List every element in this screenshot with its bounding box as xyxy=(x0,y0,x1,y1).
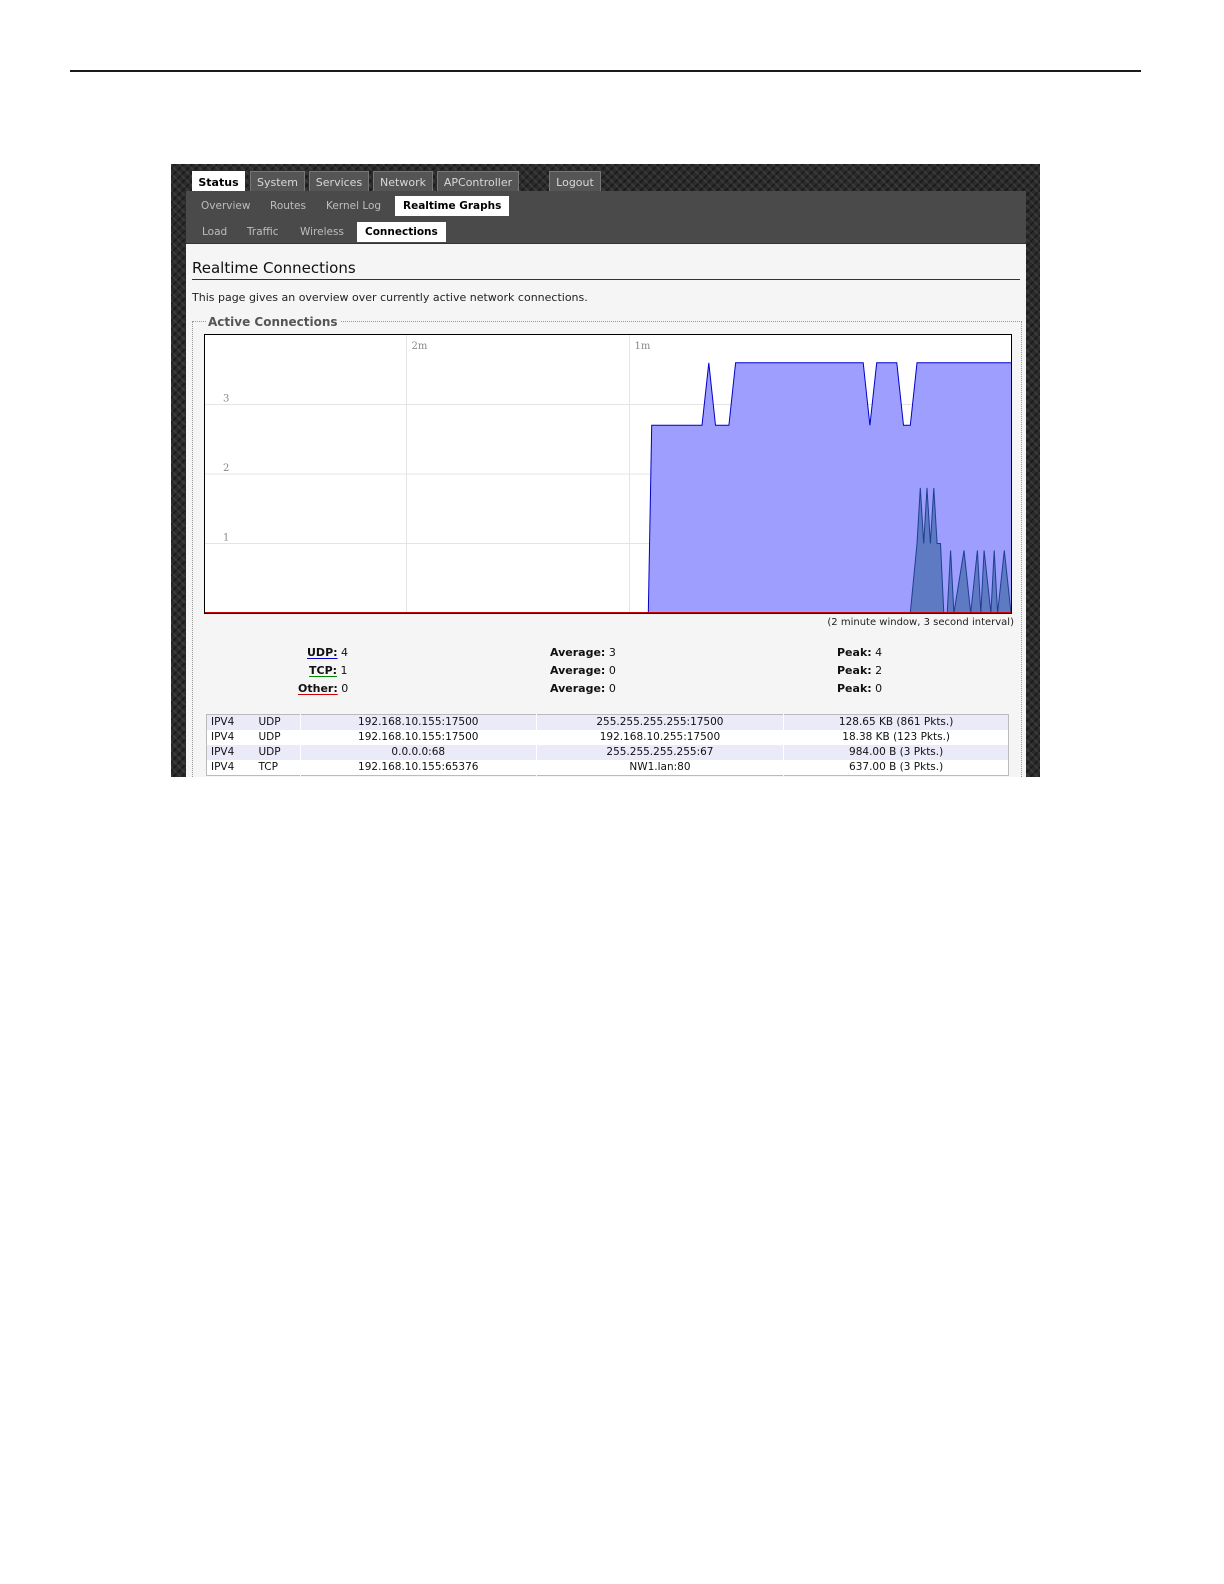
title-divider xyxy=(192,279,1020,280)
table-row: IPV4 UDP 0.0.0.0:68 255.255.255.255:67 9… xyxy=(206,745,1009,760)
other-average: Average: 0 xyxy=(550,682,616,695)
udp-peak-label: Peak: xyxy=(837,646,872,659)
other-average-label: Average: xyxy=(550,682,606,695)
subtab-wireless[interactable]: Wireless xyxy=(300,222,344,242)
graph-window-note: (2 minute window, 3 second interval) xyxy=(827,617,1014,628)
router-screenshot: Status System Services Network APControl… xyxy=(171,164,1040,777)
udp-average: Average: 3 xyxy=(550,646,616,659)
y-tick-label: 2 xyxy=(223,463,229,474)
table-row: IPV4 TCP 192.168.10.155:65376 NW1.lan:80… xyxy=(207,760,1009,776)
udp-label: UDP: xyxy=(307,646,338,659)
other-peak-label: Peak: xyxy=(837,682,872,695)
y-tick-label: 1 xyxy=(223,533,229,544)
tcp-stat: TCP: 1 xyxy=(309,664,348,677)
page-top-rule xyxy=(70,70,1141,72)
cell-family: IPV4 xyxy=(211,761,235,773)
udp-value: 4 xyxy=(341,646,349,659)
cell-transfer: 637.00 B (3 Pkts.) xyxy=(783,760,1009,776)
cell-protocol: UDP xyxy=(254,714,301,730)
subtab-realtime-graphs[interactable]: Realtime Graphs xyxy=(395,196,510,216)
udp-peak: Peak: 4 xyxy=(837,646,882,659)
other-label: Other: xyxy=(298,682,338,695)
other-value: 0 xyxy=(341,682,349,695)
content-panel: Overview Routes Kernel Log Realtime Grap… xyxy=(186,191,1026,777)
y-tick-label: 3 xyxy=(223,394,229,405)
tab-network[interactable]: Network xyxy=(373,171,433,192)
tab-system[interactable]: System xyxy=(250,171,305,192)
udp-stat: UDP: 4 xyxy=(307,646,348,659)
cell-destination: 192.168.10.255:17500 xyxy=(535,730,784,745)
cell-protocol: TCP xyxy=(258,761,278,773)
other-peak: Peak: 0 xyxy=(837,682,882,695)
udp-average-value: 3 xyxy=(608,646,616,659)
other-average-value: 0 xyxy=(608,682,616,695)
connections-chart-svg: 2m 1m 3 2 1 xyxy=(205,335,1011,613)
cell-transfer: 128.65 KB (861 Pkts.) xyxy=(783,714,1009,730)
cell-family: IPV4 xyxy=(206,714,255,730)
tcp-peak-label: Peak: xyxy=(837,664,872,677)
tcp-average-label: Average: xyxy=(550,664,606,677)
subtab-connections[interactable]: Connections xyxy=(357,222,446,242)
table-row: IPV4 UDP 192.168.10.155:17500 255.255.25… xyxy=(206,714,1009,730)
cell-source: 192.168.10.155:17500 xyxy=(299,730,537,745)
tcp-average-value: 0 xyxy=(608,664,616,677)
subtab-routes[interactable]: Routes xyxy=(270,196,306,216)
subtab-load[interactable]: Load xyxy=(202,222,227,242)
tcp-peak-value: 2 xyxy=(875,664,883,677)
cell-source: 0.0.0.0:68 xyxy=(299,745,537,760)
subtab-traffic[interactable]: Traffic xyxy=(247,222,279,242)
cell-destination: 255.255.255.255:17500 xyxy=(535,714,784,730)
connections-table: IPV4 UDP 192.168.10.155:17500 255.255.25… xyxy=(206,714,1009,776)
cell-source: 192.168.10.155:65376 xyxy=(299,760,537,776)
page-description: This page gives an overview over current… xyxy=(192,291,588,304)
x-tick-label: 1m xyxy=(634,341,650,352)
udp-peak-value: 4 xyxy=(875,646,883,659)
cell-family: IPV4 xyxy=(206,745,255,760)
table-row: IPV4 UDP 192.168.10.155:17500 192.168.10… xyxy=(207,730,1009,745)
connections-graph: 2m 1m 3 2 1 xyxy=(204,334,1012,614)
status-subnav: Overview Routes Kernel Log Realtime Grap… xyxy=(186,191,1026,218)
subtab-kernel-log[interactable]: Kernel Log xyxy=(326,196,381,216)
fieldset-legend: Active Connections xyxy=(206,315,340,329)
cell-destination: NW1.lan:80 xyxy=(535,760,784,776)
tab-services[interactable]: Services xyxy=(309,171,369,192)
tcp-value: 1 xyxy=(340,664,348,677)
subtab-overview[interactable]: Overview xyxy=(201,196,250,216)
tcp-peak: Peak: 2 xyxy=(837,664,882,677)
cell-family: IPV4 xyxy=(211,731,235,743)
tab-apcontroller[interactable]: APController xyxy=(437,171,519,192)
cell-protocol: UDP xyxy=(258,731,281,743)
tcp-average: Average: 0 xyxy=(550,664,616,677)
cell-transfer: 984.00 B (3 Pkts.) xyxy=(783,745,1009,760)
cell-source: 192.168.10.155:17500 xyxy=(299,714,537,730)
tcp-label: TCP: xyxy=(309,664,338,677)
other-stat: Other: 0 xyxy=(298,682,348,695)
tab-status[interactable]: Status xyxy=(192,171,245,192)
other-peak-value: 0 xyxy=(875,682,883,695)
graphs-subnav: Load Traffic Wireless Connections xyxy=(186,217,1026,244)
tab-logout[interactable]: Logout xyxy=(549,171,601,192)
cell-transfer: 18.38 KB (123 Pkts.) xyxy=(783,730,1009,745)
series-area-udp xyxy=(205,362,1011,613)
cell-destination: 255.255.255.255:67 xyxy=(535,745,784,760)
udp-average-label: Average: xyxy=(550,646,606,659)
page-title: Realtime Connections xyxy=(192,259,356,277)
x-tick-label: 2m xyxy=(412,341,428,352)
cell-protocol: UDP xyxy=(254,745,301,760)
